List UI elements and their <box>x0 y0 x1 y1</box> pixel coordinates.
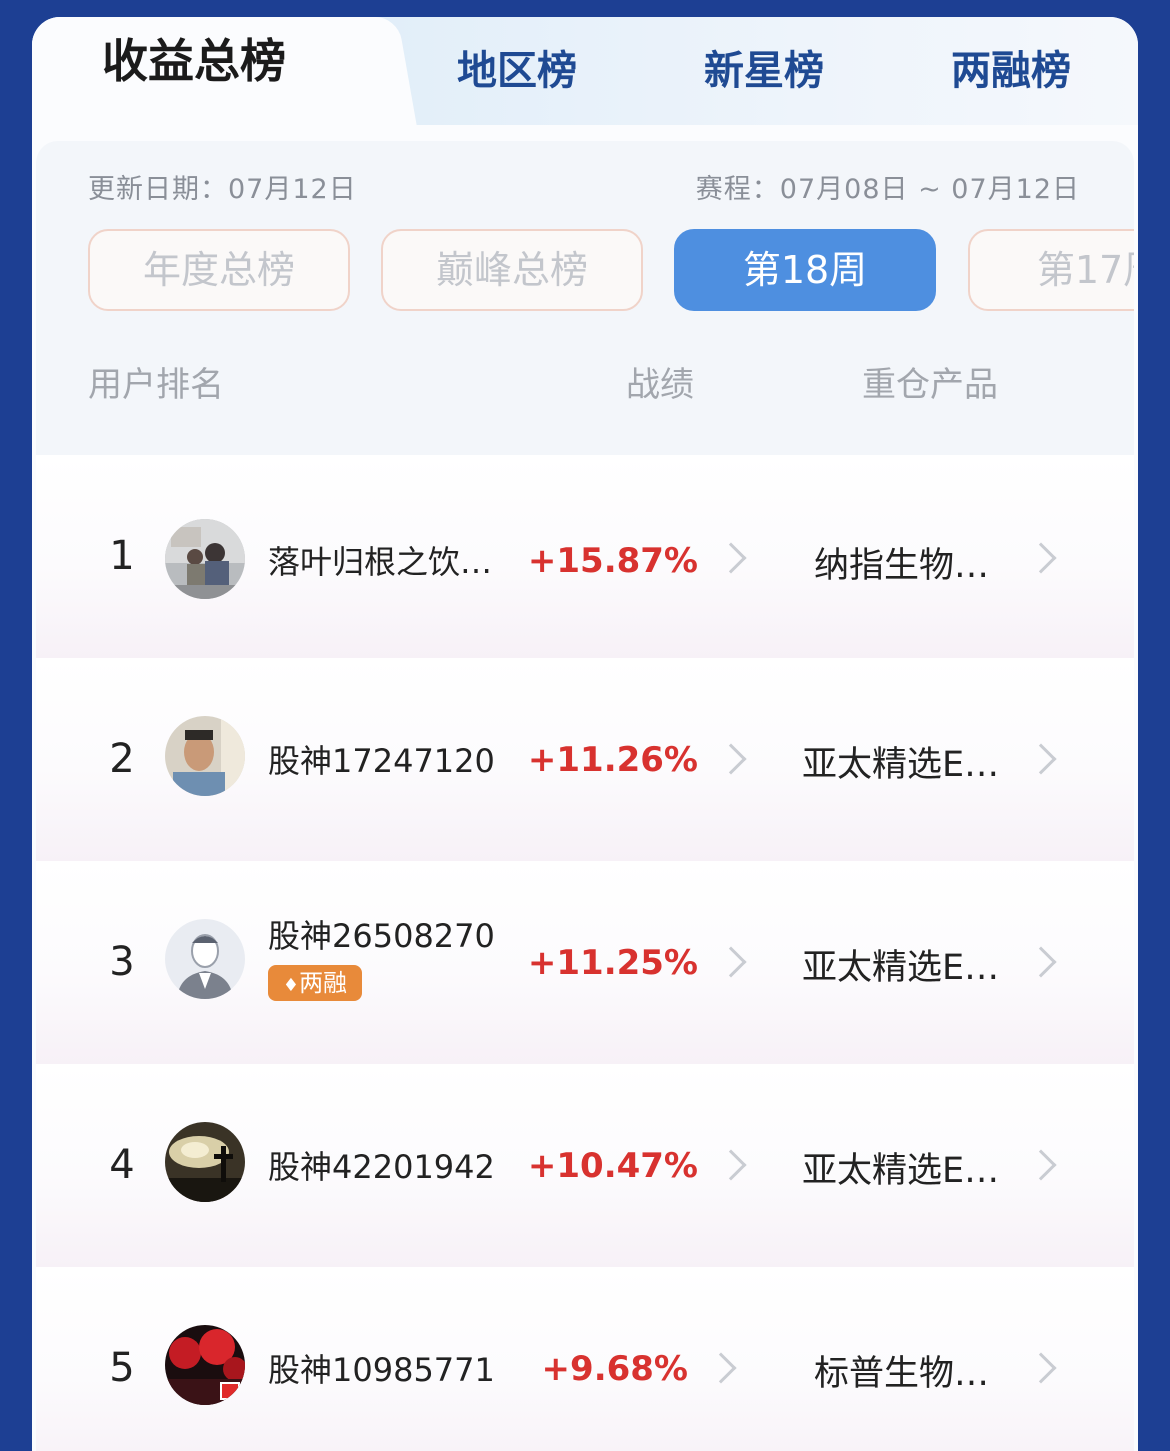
rank-number: 3 <box>109 939 135 985</box>
rank-number: 1 <box>109 533 135 579</box>
tab-bar: 收益总榜 地区榜 新星榜 两融榜 <box>32 17 1138 135</box>
top-product[interactable]: 亚太精选E… <box>802 736 999 787</box>
user-name[interactable]: 股神10985771 <box>268 1345 495 1391</box>
return-percent: +15.87% <box>527 541 698 581</box>
chevron-right-icon[interactable] <box>1025 1352 1057 1384</box>
chip-annual[interactable]: 年度总榜 <box>88 229 350 311</box>
chevron-right-icon[interactable] <box>715 542 747 574</box>
avatar[interactable] <box>165 919 245 999</box>
ranking-panel: 更新日期：07月12日 赛程：07月08日 ~ 07月12日 年度总榜 巅峰总榜… <box>36 141 1134 1451</box>
chevron-right-icon[interactable] <box>1025 1149 1057 1181</box>
user-name[interactable]: 股神26508270 <box>268 911 495 957</box>
update-date: 更新日期：07月12日 <box>88 174 357 205</box>
top-product[interactable]: 亚太精选E… <box>802 939 999 990</box>
chip-week-17[interactable]: 第17周 <box>968 229 1134 311</box>
return-percent: +9.68% <box>541 1349 688 1389</box>
chevron-right-icon[interactable] <box>1025 542 1057 574</box>
ranking-row[interactable]: 2 股神17247120 +11.26% 亚太精选E… <box>36 658 1134 861</box>
ranking-row[interactable]: 4 股神42201942 +10.47% 亚太精选E… <box>36 1064 1134 1267</box>
ranking-row[interactable]: 1 落叶归根之饮… +15.87% 纳指生物… <box>36 455 1134 658</box>
avatar[interactable] <box>165 716 245 796</box>
ranking-row[interactable]: 5 股神10985771 +9.68% 标普生物… <box>36 1267 1134 1451</box>
tab-total-returns[interactable]: 收益总榜 <box>102 31 322 91</box>
chip-week-18[interactable]: 第18周 <box>674 229 936 311</box>
tab-margin[interactable]: 两融榜 <box>901 41 1121 101</box>
top-product[interactable]: 纳指生物… <box>814 537 989 588</box>
user-name[interactable]: 落叶归根之饮… <box>268 537 492 583</box>
tab-region[interactable]: 地区榜 <box>407 41 627 101</box>
return-percent: +11.25% <box>527 943 698 983</box>
chevron-right-icon[interactable] <box>715 1149 747 1181</box>
ranking-row[interactable]: 3 股神26508270 ♦两融 +11.25% 亚太精选E… <box>36 861 1134 1064</box>
badge-label: 两融 <box>299 969 348 997</box>
chevron-right-icon[interactable] <box>705 1352 737 1384</box>
chevron-right-icon[interactable] <box>715 743 747 775</box>
period-chips: 年度总榜 巅峰总榜 第18周 第17周 <box>88 229 1134 313</box>
chevron-right-icon[interactable] <box>1025 743 1057 775</box>
ranking-list: 1 落叶归根之饮… +15.87% 纳指生物… 2 股神17247120 +11… <box>36 455 1134 1451</box>
rank-number: 2 <box>109 736 135 782</box>
leaderboard-card: 收益总榜 地区榜 新星榜 两融榜 更新日期：07月12日 赛程：07月08日 ~… <box>32 17 1138 1451</box>
avatar[interactable] <box>165 1122 245 1202</box>
avatar[interactable] <box>165 519 245 599</box>
chevron-right-icon[interactable] <box>1025 946 1057 978</box>
user-name[interactable]: 股神42201942 <box>268 1142 495 1188</box>
column-record: 战绩 <box>626 365 694 405</box>
diamond-icon: ♦ <box>282 975 300 996</box>
avatar[interactable] <box>165 1325 245 1405</box>
return-percent: +10.47% <box>527 1146 698 1186</box>
top-product[interactable]: 标普生物… <box>814 1345 989 1396</box>
top-product[interactable]: 亚太精选E… <box>802 1142 999 1193</box>
margin-badge: ♦两融 <box>268 965 362 1001</box>
user-name[interactable]: 股神17247120 <box>268 736 495 782</box>
column-user-rank: 用户排名 <box>88 365 224 405</box>
column-top-product: 重仓产品 <box>862 365 998 405</box>
schedule-range: 赛程：07月08日 ~ 07月12日 <box>695 174 1080 205</box>
rank-number: 4 <box>109 1142 135 1188</box>
chevron-right-icon[interactable] <box>715 946 747 978</box>
chip-peak[interactable]: 巅峰总榜 <box>381 229 643 311</box>
return-percent: +11.26% <box>527 740 698 780</box>
rank-number: 5 <box>109 1345 135 1391</box>
tab-rising-stars[interactable]: 新星榜 <box>654 41 874 101</box>
